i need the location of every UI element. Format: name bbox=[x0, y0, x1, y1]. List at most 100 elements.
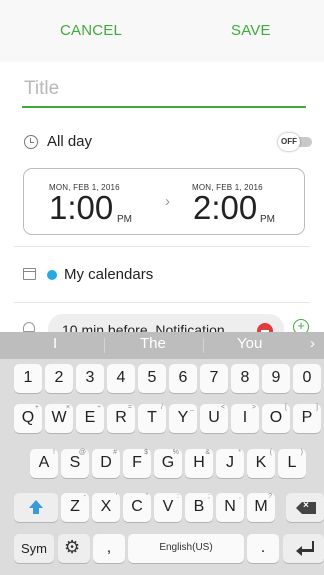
key-e-alt-label: ÷ bbox=[97, 404, 101, 411]
key-z[interactable]: Z- bbox=[61, 493, 89, 522]
key-t[interactable]: T / bbox=[138, 404, 166, 433]
key-3[interactable]: 3 bbox=[76, 364, 104, 393]
key-2[interactable]: 2 bbox=[45, 364, 73, 393]
suggestion-3[interactable]: You bbox=[237, 335, 262, 352]
save-button[interactable]: SAVE bbox=[231, 22, 271, 44]
notification-text: 10 min before, Notification bbox=[62, 322, 225, 332]
key-a[interactable]: A! bbox=[30, 449, 58, 478]
key-r[interactable]: R = bbox=[107, 404, 135, 433]
key-t-alt-label: / bbox=[161, 404, 163, 411]
start-ampm: PM bbox=[117, 214, 132, 225]
period-key[interactable]: . bbox=[247, 534, 279, 563]
chevron-right-icon: › bbox=[165, 193, 170, 210]
key-e[interactable]: E ÷ bbox=[76, 404, 104, 433]
key-l[interactable]: L) bbox=[278, 449, 306, 478]
key-m-alt-label: ? bbox=[268, 493, 272, 500]
symbol-key[interactable]: Sym bbox=[14, 534, 54, 563]
key-5[interactable]: 5 bbox=[138, 364, 166, 393]
backspace-key[interactable]: × bbox=[286, 493, 324, 522]
end-ampm: PM bbox=[260, 214, 275, 225]
key-y-label: Y bbox=[177, 409, 189, 426]
key-g-label: G bbox=[161, 454, 175, 471]
key-s[interactable]: S @ bbox=[61, 449, 89, 478]
enter-key[interactable] bbox=[283, 534, 324, 563]
key-o[interactable]: O[ bbox=[262, 404, 290, 433]
key-r-alt-label: = bbox=[127, 404, 132, 411]
key-k[interactable]: K( bbox=[247, 449, 275, 478]
key-9[interactable]: 9 bbox=[262, 364, 290, 393]
key-v-alt-label: : bbox=[177, 493, 179, 500]
space-key-label: English(US) bbox=[159, 542, 213, 553]
key-g[interactable]: G% bbox=[154, 449, 182, 478]
key-a-alt-label: ! bbox=[53, 449, 55, 456]
key-v[interactable]: V: bbox=[154, 493, 182, 522]
key-1[interactable]: 1 bbox=[14, 364, 42, 393]
key-x-label: X bbox=[100, 498, 112, 515]
key-w-alt-label: × bbox=[65, 404, 70, 411]
key-o-label: O bbox=[269, 409, 283, 426]
key-h-label: H bbox=[193, 454, 205, 471]
comma-key[interactable]: , bbox=[93, 534, 125, 563]
shift-key[interactable] bbox=[14, 493, 58, 522]
key-j-alt-label: * bbox=[238, 449, 241, 456]
key-h[interactable]: H & bbox=[185, 449, 213, 478]
key-n[interactable]: N, bbox=[216, 493, 244, 522]
key-7[interactable]: 7 bbox=[200, 364, 228, 393]
suggestion-2[interactable]: The bbox=[140, 335, 166, 352]
key-b[interactable]: B; bbox=[185, 493, 213, 522]
shift-arrow-stem bbox=[33, 508, 39, 514]
backspace-x: × bbox=[303, 500, 309, 511]
key-k-label: K bbox=[255, 454, 267, 471]
title-input[interactable]: Title bbox=[24, 78, 304, 106]
space-key[interactable]: English(US) bbox=[128, 534, 244, 563]
key-k-alt-label: ( bbox=[269, 449, 272, 456]
divider bbox=[14, 246, 310, 247]
key-d[interactable]: D # bbox=[92, 449, 120, 478]
key-f[interactable]: F $ bbox=[123, 449, 151, 478]
key-x[interactable]: X ' bbox=[92, 493, 120, 522]
key-q[interactable]: Q + bbox=[14, 404, 42, 433]
key-y[interactable]: Y _ bbox=[169, 404, 197, 433]
settings-key[interactable]: ⚙ bbox=[58, 534, 90, 563]
start-time[interactable]: 1:00 bbox=[49, 189, 113, 227]
key-e-label: E bbox=[84, 409, 96, 426]
key-z-label: Z bbox=[70, 498, 80, 515]
key-n-alt-label: , bbox=[239, 493, 241, 500]
toggle-knob: OFF bbox=[278, 133, 300, 151]
notification-pill[interactable]: 10 min before, Notification bbox=[48, 314, 284, 332]
key-u[interactable]: U < bbox=[200, 404, 228, 433]
remove-notification-button[interactable] bbox=[257, 323, 273, 332]
key-6[interactable]: 6 bbox=[169, 364, 197, 393]
add-notification-button[interactable]: + bbox=[293, 319, 309, 332]
symbol-key-label: Sym bbox=[21, 541, 47, 556]
key-o-alt-label: [ bbox=[285, 404, 287, 411]
key-j[interactable]: J * bbox=[216, 449, 244, 478]
key-c[interactable]: C " bbox=[123, 493, 151, 522]
key-p[interactable]: P] bbox=[293, 404, 321, 433]
key-b-alt-label: ; bbox=[208, 493, 210, 500]
key-f-alt-label: $ bbox=[144, 449, 148, 456]
suggestion-1[interactable]: I bbox=[53, 335, 57, 352]
all-day-toggle[interactable]: OFF bbox=[278, 133, 314, 151]
chevron-right-icon[interactable]: › bbox=[310, 335, 315, 352]
key-u-label: U bbox=[208, 409, 220, 426]
cancel-button[interactable]: CANCEL bbox=[60, 22, 122, 44]
key-i-label: I bbox=[242, 409, 248, 426]
key-8-label: 8 bbox=[240, 369, 250, 386]
gear-icon: ⚙ bbox=[64, 537, 81, 557]
key-4[interactable]: 4 bbox=[107, 364, 135, 393]
calendar-row[interactable]: My calendars bbox=[0, 259, 324, 291]
key-g-alt-label: % bbox=[172, 449, 179, 456]
comma-key-label: , bbox=[106, 539, 112, 556]
key-u-alt-label: < bbox=[220, 404, 225, 411]
key-x-alt-label: ' bbox=[115, 493, 117, 500]
calendar-icon bbox=[23, 268, 36, 280]
key-i[interactable]: I > bbox=[231, 404, 259, 433]
key-z-alt-label: - bbox=[83, 493, 86, 500]
key-8[interactable]: 8 bbox=[231, 364, 259, 393]
key-d-label: D bbox=[100, 454, 112, 471]
end-time[interactable]: 2:00 bbox=[193, 189, 257, 227]
key-w[interactable]: W × bbox=[45, 404, 73, 433]
key-m[interactable]: M? bbox=[247, 493, 275, 522]
key-0[interactable]: 0 bbox=[293, 364, 321, 393]
